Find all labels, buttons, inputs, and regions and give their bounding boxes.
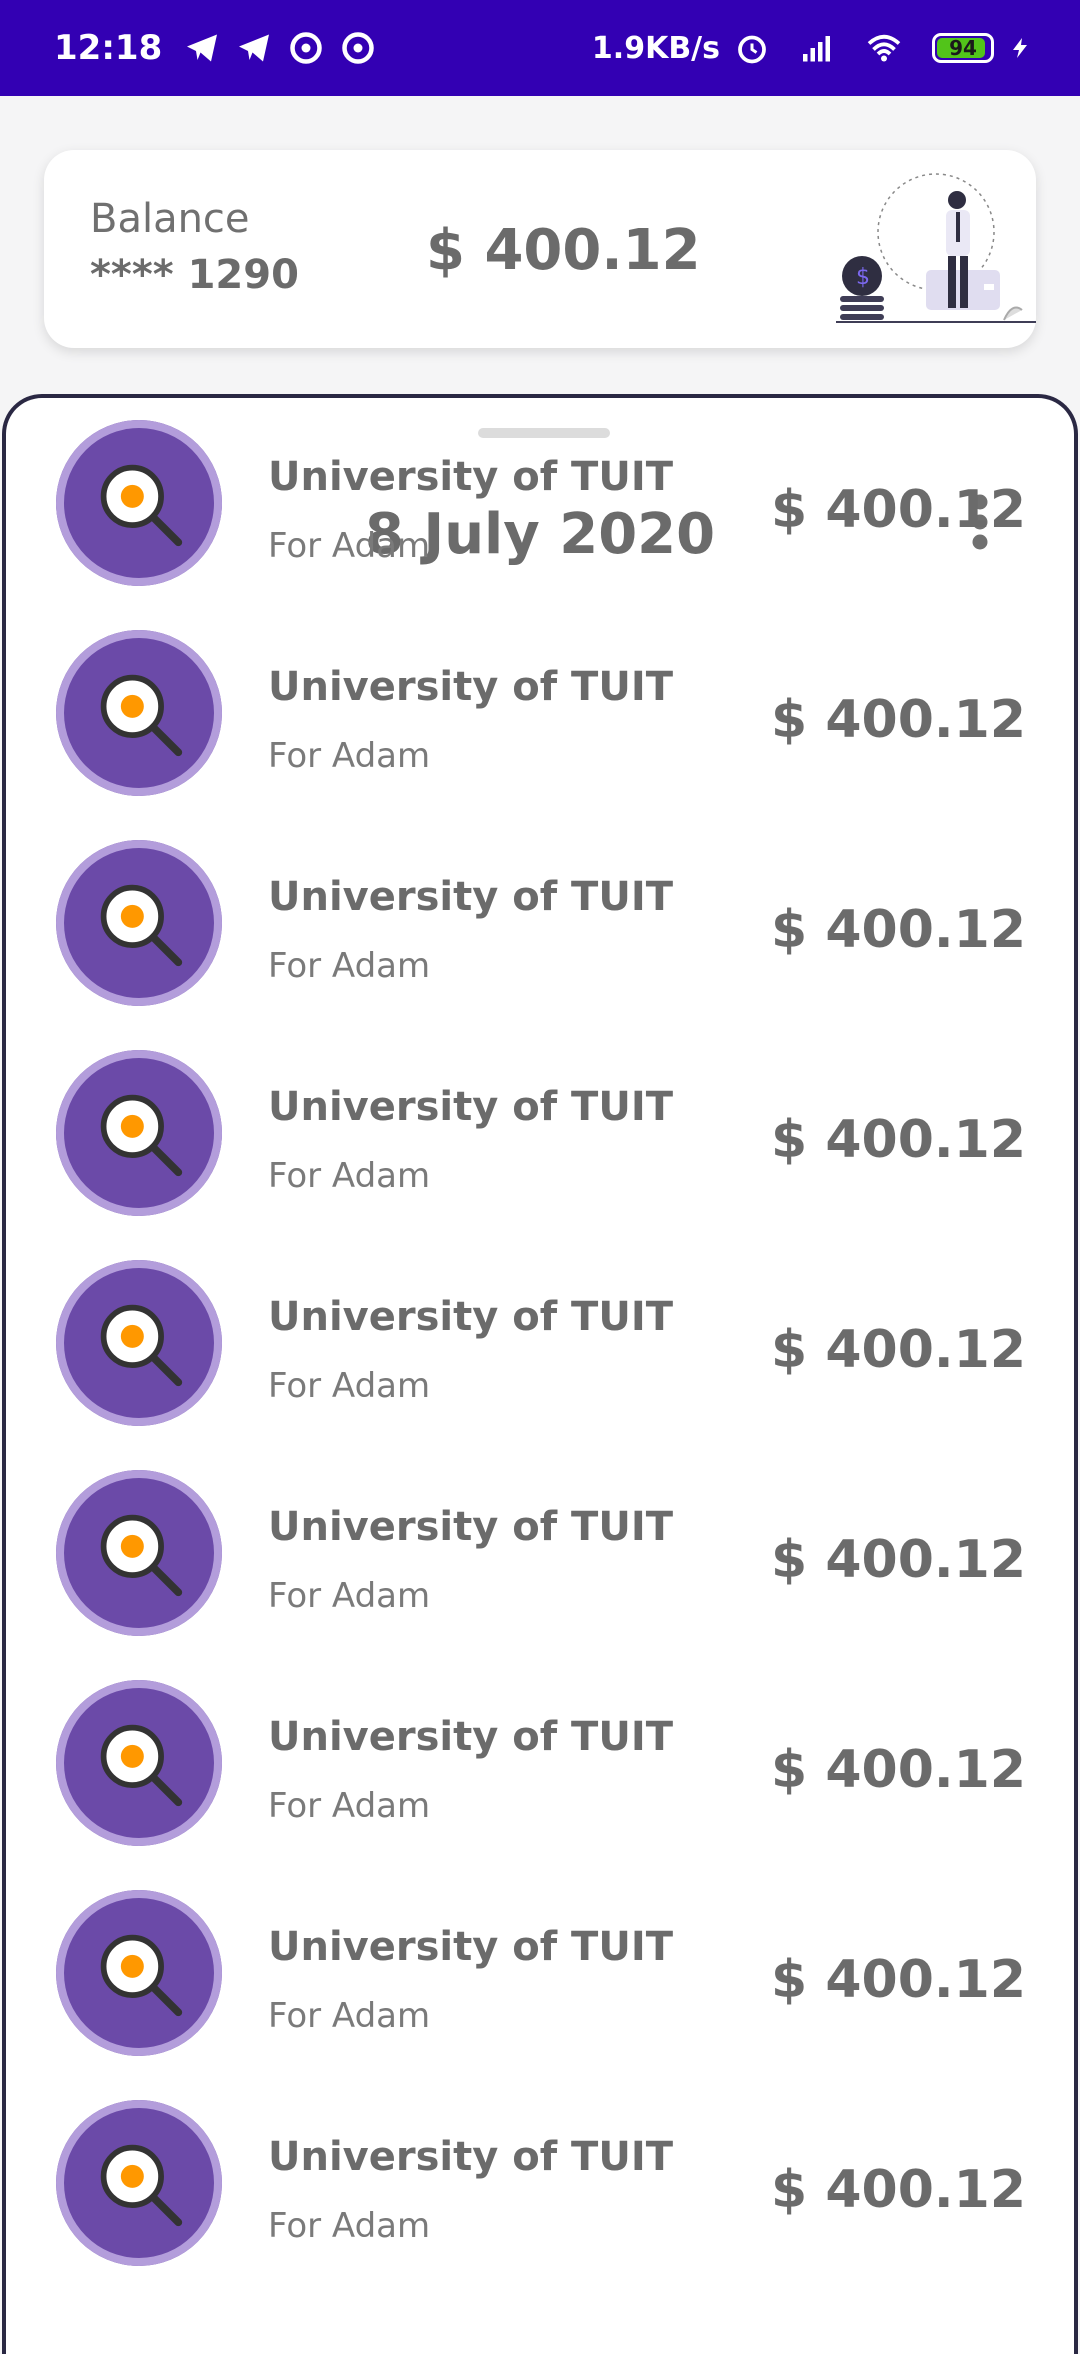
app-icon [342,32,374,64]
transaction-amount: $ 400.12 [771,1530,1026,1590]
transaction-amount: $ 400.12 [771,1320,1026,1380]
transaction-subtitle: For Adam [268,736,431,776]
transaction-title: University of TUIT [268,1714,673,1760]
alarm-icon [738,35,766,64]
transaction-avatar [56,1680,222,1846]
transaction-avatar [56,1470,222,1636]
transaction-row[interactable]: University of TUIT For Adam $ 400.12 [6,2100,1074,2268]
transaction-subtitle: For Adam [268,1576,431,1616]
transaction-title: University of TUIT [268,664,673,710]
frying-pan-egg-icon [100,1514,183,1597]
frying-pan-egg-icon [100,674,183,757]
battery-icon: 94 [932,33,994,63]
person-with-card-illustration: $ [836,173,1036,323]
status-time: 12:18 [54,28,163,68]
transaction-row[interactable]: University of TUIT For Adam $ 400.12 [6,840,1074,1008]
frying-pan-egg-icon [100,1304,183,1387]
transaction-avatar [56,1260,222,1426]
frying-pan-egg-icon [100,464,183,547]
transaction-row[interactable]: University of TUIT For Adam $ 400.12 [6,1050,1074,1218]
transaction-amount: $ 400.12 [771,1950,1026,2010]
transaction-list[interactable]: University of TUIT For Adam $ 400.12 Uni… [6,420,1074,2354]
transaction-subtitle: For Adam [268,526,431,566]
transaction-avatar [56,2100,222,2266]
transaction-row[interactable]: University of TUIT For Adam $ 400.12 [6,1890,1074,2058]
transaction-title: University of TUIT [268,1504,673,1550]
wifi-icon [867,34,901,62]
transaction-row[interactable]: University of TUIT For Adam $ 400.12 [6,1470,1074,1638]
transaction-subtitle: For Adam [268,946,431,986]
transaction-avatar [56,1890,222,2056]
transaction-avatar [56,840,222,1006]
transactions-sheet[interactable]: 8 July 2020 University of TUIT For Adam … [2,394,1078,2354]
balance-card[interactable]: Balance **** 1290 $ 400.12 $ [44,150,1036,348]
transaction-row[interactable]: University of TUIT For Adam $ 400.12 [6,630,1074,798]
signal-icon [803,36,830,62]
transaction-title: University of TUIT [268,2134,673,2180]
card-number: **** 1290 [90,252,299,298]
transaction-amount: $ 400.12 [771,1740,1026,1800]
transaction-amount: $ 400.12 [771,690,1026,750]
transaction-subtitle: For Adam [268,2206,431,2246]
transaction-subtitle: For Adam [268,1996,431,2036]
status-right: 1.9KB/s 94 [592,30,1032,66]
balance-amount: $ 400.12 [426,218,701,283]
transaction-row[interactable]: University of TUIT For Adam $ 400.12 [6,420,1074,588]
transaction-title: University of TUIT [268,874,673,920]
transaction-title: University of TUIT [268,1084,673,1130]
transaction-avatar [56,420,222,586]
frying-pan-egg-icon [100,1094,183,1177]
transaction-amount: $ 400.12 [771,1110,1026,1170]
transaction-subtitle: For Adam [268,1156,431,1196]
transaction-title: University of TUIT [268,1924,673,1970]
status-bar: 12:18 1.9KB/s 94 [0,0,1080,96]
app-icon [290,32,322,64]
frying-pan-egg-icon [100,1724,183,1807]
transaction-amount: $ 400.12 [771,900,1026,960]
transaction-avatar [56,1050,222,1216]
telegram-icon [187,34,218,62]
transaction-amount: $ 400.12 [771,2160,1026,2220]
transaction-avatar [56,630,222,796]
transaction-subtitle: For Adam [268,1366,431,1406]
transaction-row[interactable]: University of TUIT For Adam $ 400.12 [6,1260,1074,1428]
balance-label: Balance [90,196,250,242]
telegram-icon [239,34,270,62]
transaction-title: University of TUIT [268,1294,673,1340]
transaction-subtitle: For Adam [268,1786,431,1826]
svg-text:$: $ [856,265,870,290]
charging-icon [1013,38,1027,58]
transaction-row[interactable]: University of TUIT For Adam $ 400.12 [6,1680,1074,1848]
frying-pan-egg-icon [100,1934,183,2017]
net-speed: 1.9KB/s [591,30,720,66]
transaction-title: University of TUIT [268,454,673,500]
transaction-amount: $ 400.12 [771,480,1026,540]
frying-pan-egg-icon [100,2144,183,2227]
frying-pan-egg-icon [100,884,183,967]
battery-level: 94 [949,36,977,60]
